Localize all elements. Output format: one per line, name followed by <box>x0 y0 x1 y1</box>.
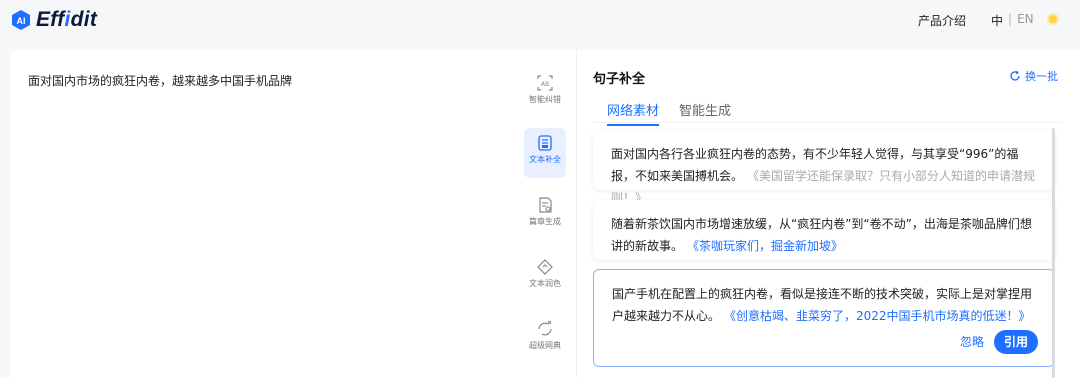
tool-text-polish[interactable]: 文本润色 <box>524 252 566 302</box>
user-avatar[interactable] <box>1047 13 1059 25</box>
ignore-button[interactable]: 忽略 <box>960 331 984 353</box>
tool-label: 超级网典 <box>529 341 561 350</box>
refresh-icon <box>1010 70 1020 81</box>
result-card-selected[interactable]: 国产手机在配置上的疯狂内卷，看似是接连不断的技术突破，实际上是对掌捏用户越来越力… <box>593 269 1055 367</box>
refresh-button[interactable]: 换一批 <box>1009 68 1058 84</box>
product-intro-link[interactable]: 产品介绍 <box>918 12 966 29</box>
tool-super-dictionary[interactable]: 超级网典 <box>524 314 566 364</box>
super-dictionary-icon <box>538 320 552 336</box>
sentence-completion-panel: 句子补全 换一批 网络素材 智能生成 面对国内各行各业疯狂内卷的态势，有不少年轻… <box>576 50 1080 378</box>
top-header: AI Effidit 产品介绍 中 | EN <box>0 0 1080 42</box>
tool-label: 篇章生成 <box>529 217 561 226</box>
refresh-label: 换一批 <box>1025 70 1058 83</box>
article-generate-icon <box>539 197 552 213</box>
tool-text-complete[interactable]: 文本补全 <box>524 128 566 178</box>
results-scrollbar[interactable] <box>1052 128 1055 378</box>
tool-label: 智能纠错 <box>529 95 561 104</box>
language-switch: 中 | EN <box>991 12 1034 29</box>
tool-label: 文本补全 <box>529 155 561 164</box>
text-polish-icon <box>537 259 553 275</box>
text-editor[interactable]: 面对国内市场的疯狂内卷，越来越多中国手机品牌 <box>10 50 576 378</box>
result-card[interactable]: 面对国内各行各业疯狂内卷的态势，有不少年轻人觉得，与其享受“996”的福报，不如… <box>593 130 1055 205</box>
tabs-divider <box>593 122 1061 123</box>
result-source-link[interactable]: 《茶咖玩家们，掘金新加坡》 <box>693 239 843 253</box>
cite-button[interactable]: 引用 <box>994 330 1038 354</box>
editor-content[interactable]: 面对国内市场的疯狂内卷，越来越多中国手机品牌 <box>28 72 292 89</box>
tool-ai-proofread[interactable]: AB 智能纠错 <box>524 68 566 118</box>
effidit-logo[interactable]: AI Effidit <box>10 7 97 33</box>
result-card[interactable]: 随着新茶饮国内市场增速放缓，从“疯狂内卷”到“卷不动”，出海是茶咖品牌们想讲的新… <box>593 200 1055 260</box>
svg-text:AB: AB <box>541 81 549 88</box>
logo-badge-icon: AI <box>12 10 30 30</box>
tool-article-generate[interactable]: 篇章生成 <box>524 190 566 240</box>
logo-text: Effidit <box>36 8 98 31</box>
text-complete-icon <box>538 135 552 151</box>
lang-zh-option[interactable]: 中 <box>991 12 1003 29</box>
result-source-link[interactable]: 《创意枯竭、韭菜穷了，2022中国手机市场真的低迷！》 <box>730 309 1031 323</box>
ai-proofread-icon: AB <box>537 75 553 91</box>
tool-label: 文本润色 <box>529 279 561 288</box>
lang-en-option[interactable]: EN <box>1017 12 1034 29</box>
tool-rail: AB 智能纠错 文本补全 篇章生成 文本润色 超级网典 <box>506 50 576 378</box>
panel-title: 句子补全 <box>593 72 646 87</box>
lang-separator: | <box>1008 12 1013 26</box>
logo-ai-text: AI <box>17 16 26 26</box>
card-actions: 忽略 引用 <box>960 330 1038 354</box>
